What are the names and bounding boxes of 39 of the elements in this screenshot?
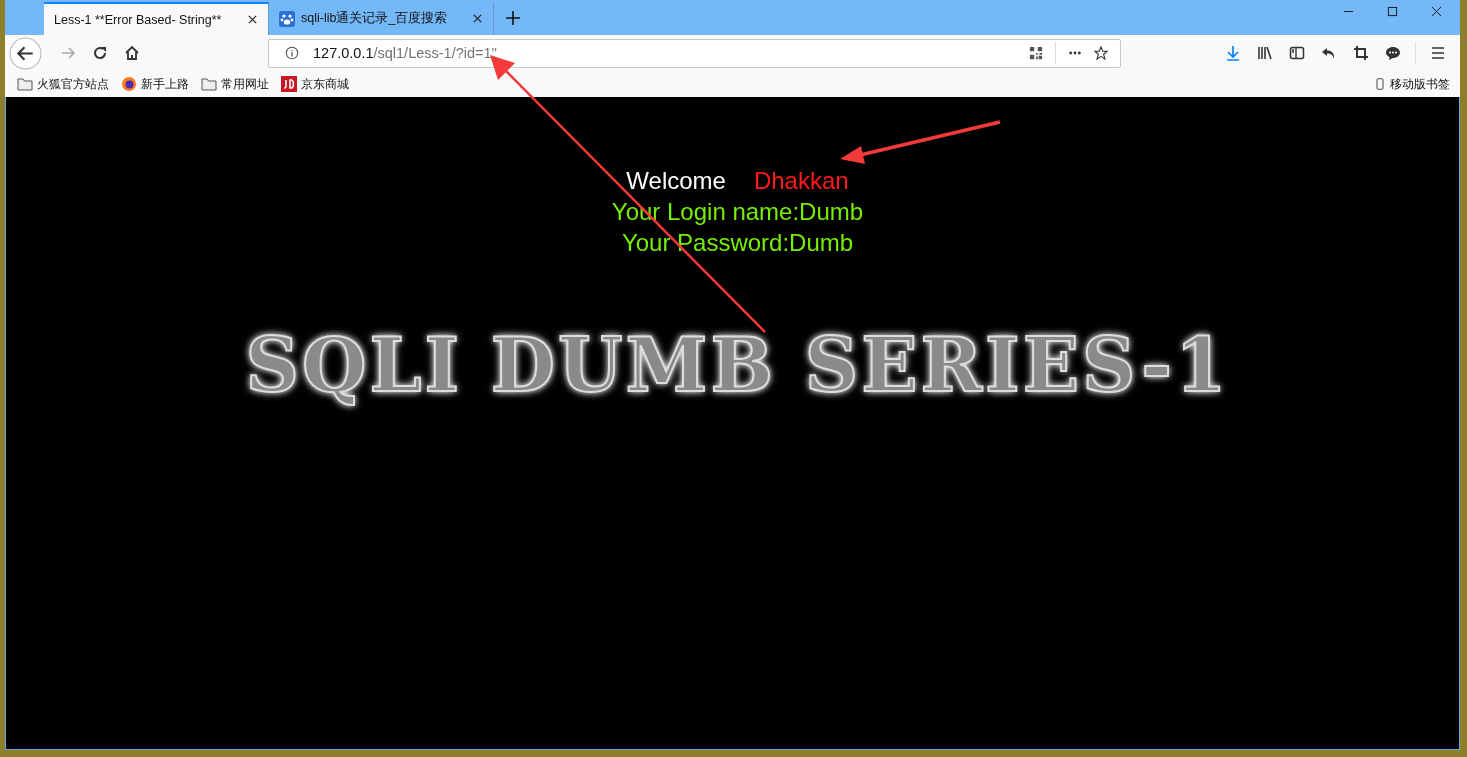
tab-title: Less-1 **Error Based- String** [54, 12, 223, 27]
address-bar[interactable]: 127.0.0.1/sql1/Less-1/?id=1'' [268, 38, 1121, 68]
browser-tab[interactable]: sqli-lib通关记录_百度搜索 [269, 2, 494, 35]
folder-icon [201, 76, 217, 92]
close-tab-icon[interactable] [247, 14, 258, 25]
mobile-bookmarks[interactable]: 移动版书签 [1374, 75, 1450, 93]
bookmark[interactable]: 新手上路 [121, 75, 189, 93]
phone-icon [1374, 76, 1386, 92]
bookmark[interactable]: 京东商城 [281, 75, 349, 93]
browser-tab[interactable]: Less-1 **Error Based- String** [44, 2, 269, 35]
password-text: Your Password:Dumb [621, 228, 854, 258]
welcome-text: Welcome [626, 166, 726, 196]
page-title: SQLI DUMB SERIES-1 [245, 322, 1230, 408]
home-icon[interactable] [124, 45, 140, 61]
library-icon[interactable] [1257, 45, 1273, 61]
chat-icon[interactable] [1385, 45, 1401, 61]
close-icon[interactable] [1431, 5, 1442, 17]
user-name: Dhakkan [753, 166, 849, 196]
maximize-icon[interactable] [1387, 5, 1398, 17]
url-text: 127.0.0.1/sql1/Less-1/?id=1'' [313, 45, 499, 61]
crop-icon[interactable] [1353, 45, 1369, 61]
back-icon[interactable] [9, 36, 42, 70]
sidebar-icon[interactable] [1289, 45, 1305, 61]
undo-icon[interactable] [1321, 45, 1337, 61]
qr-code-icon[interactable] [1029, 46, 1043, 60]
bookmark[interactable]: 常用网址 [201, 75, 269, 93]
bookmark[interactable]: 火狐官方站点 [17, 75, 109, 93]
close-tab-icon[interactable] [472, 13, 483, 24]
reload-icon[interactable] [92, 45, 108, 61]
menu-icon[interactable] [1430, 45, 1446, 61]
new-tab-icon[interactable] [506, 10, 520, 25]
tab-title: sqli-lib通关记录_百度搜索 [301, 10, 449, 27]
star-icon[interactable] [1094, 46, 1108, 60]
info-icon[interactable] [285, 46, 299, 60]
paw-icon [279, 10, 295, 27]
folder-icon [17, 76, 33, 92]
jd-logo-icon [281, 76, 297, 92]
download-icon[interactable] [1225, 45, 1241, 61]
globe-icon [121, 76, 137, 92]
